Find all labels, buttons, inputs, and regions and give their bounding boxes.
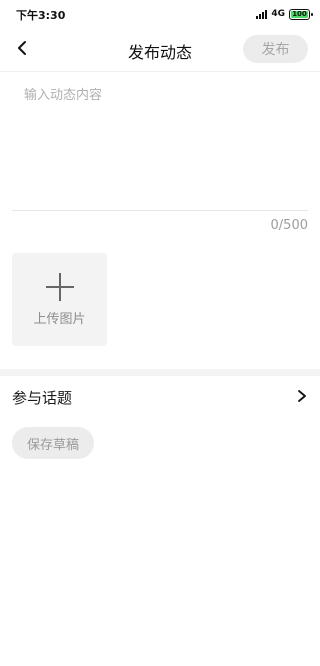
upload-image-label: 上传图片 [33,312,86,327]
chevron-right-icon [298,390,306,402]
battery-level: 100 [292,9,307,18]
status-indicators: 4G 100 [256,8,313,20]
char-counter: 0/500 [270,218,308,233]
topic-label: 参与话题 [12,389,73,407]
status-time: 下午3:30 [16,9,66,22]
nav-bar: 发布动态 发布 [0,26,320,72]
battery-icon: 100 [289,8,313,20]
plus-icon [46,273,74,301]
save-draft-button[interactable]: 保存草稿 [12,427,94,459]
input-divider [12,210,308,211]
status-bar: 下午3:30 4G 100 [0,0,320,26]
signal-icon [256,9,268,19]
network-type: 4G [271,9,285,19]
topic-row[interactable]: 参与话题 [0,376,320,416]
section-divider [0,369,320,376]
content-input[interactable] [14,80,308,206]
publish-button[interactable]: 发布 [243,35,308,63]
upload-image-button[interactable]: 上传图片 [12,253,107,346]
